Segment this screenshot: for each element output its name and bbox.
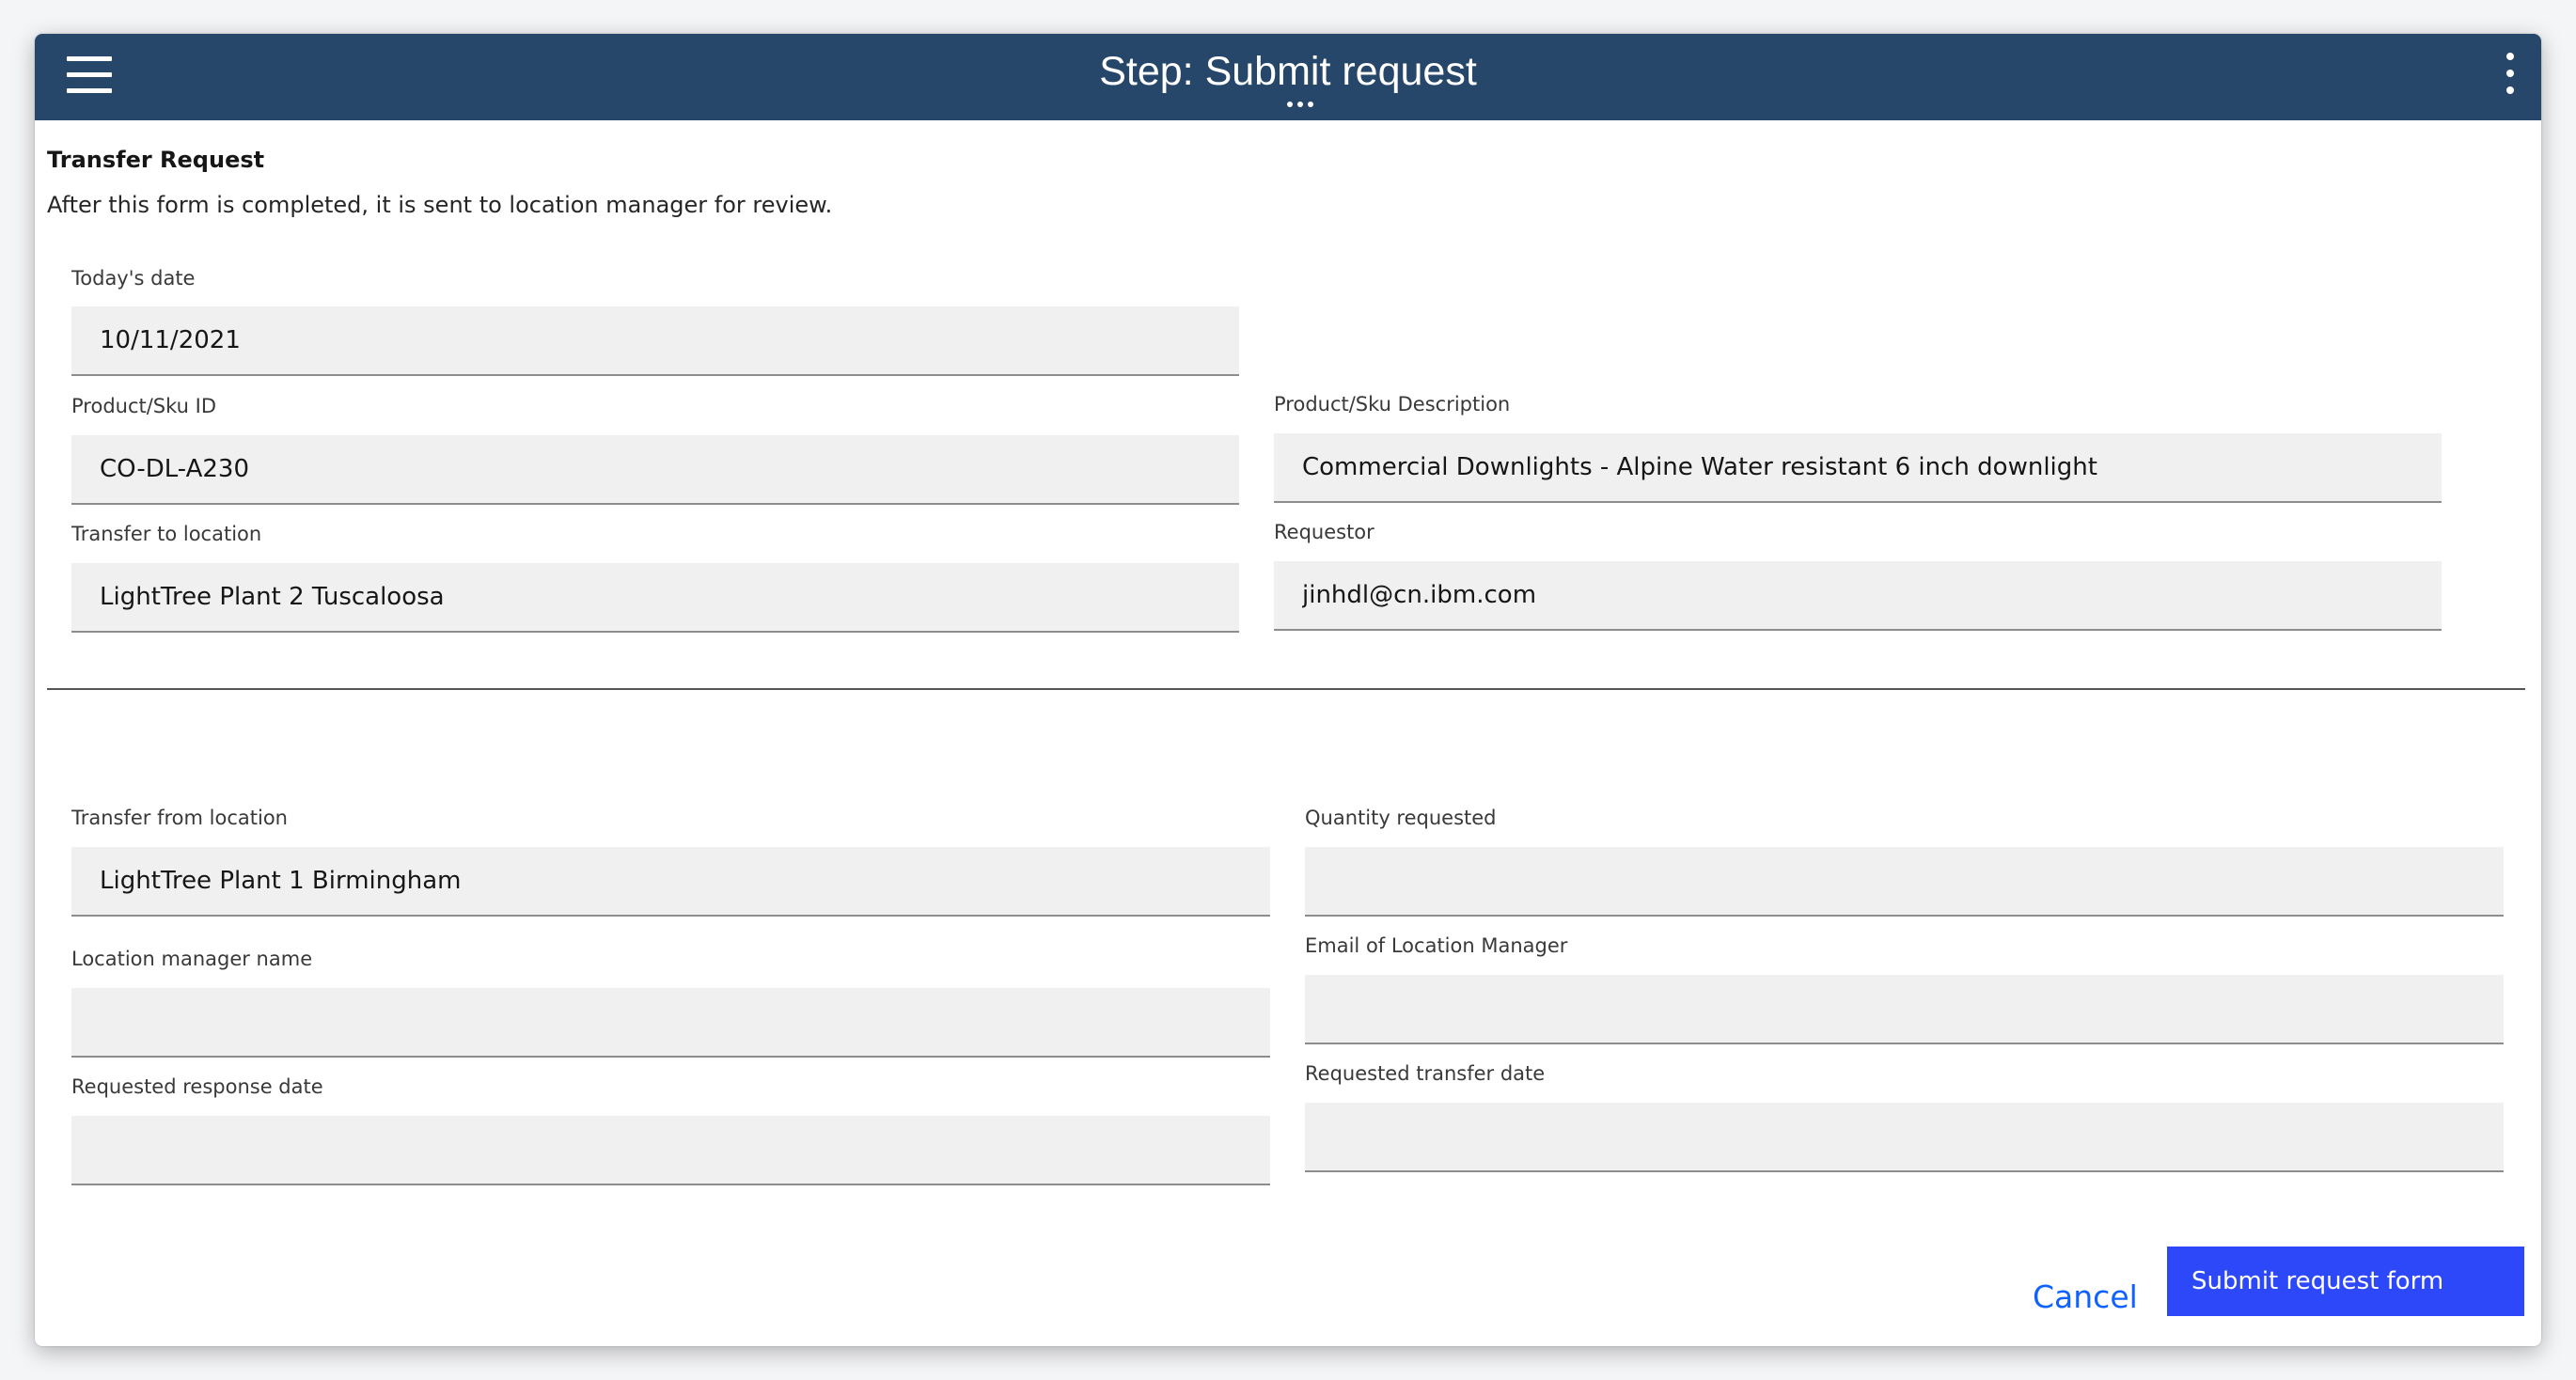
app-window: Step: Submit request Transfer Request Af… — [35, 34, 2541, 1346]
requested-transfer-date-label: Requested transfer date — [1305, 1062, 1546, 1085]
title-bar: Step: Submit request — [35, 34, 2541, 120]
cancel-button[interactable]: Cancel — [2033, 1278, 2138, 1315]
todays-date-label: Today's date — [71, 267, 196, 290]
section-divider — [47, 688, 2525, 690]
requestor-input[interactable] — [1274, 561, 2442, 631]
requestor-label: Requestor — [1274, 521, 1374, 543]
transfer-to-location-input[interactable] — [71, 563, 1239, 633]
quantity-requested-input[interactable] — [1305, 847, 2504, 917]
email-location-manager-label: Email of Location Manager — [1305, 934, 1568, 957]
product-sku-id-label: Product/Sku ID — [71, 395, 217, 417]
transfer-from-location-input[interactable] — [71, 847, 1270, 917]
page-title: Step: Submit request — [1099, 49, 1477, 94]
requested-response-date-label: Requested response date — [71, 1075, 323, 1098]
product-sku-description-input[interactable] — [1274, 433, 2442, 503]
more-vertical-icon[interactable] — [2502, 51, 2517, 98]
submit-request-button[interactable]: Submit request form — [2167, 1247, 2524, 1316]
transfer-to-location-label: Transfer to location — [71, 523, 262, 545]
email-location-manager-input[interactable] — [1305, 975, 2504, 1044]
location-manager-name-label: Location manager name — [71, 948, 313, 970]
product-sku-id-input[interactable] — [71, 435, 1239, 505]
product-sku-description-label: Product/Sku Description — [1274, 393, 1511, 416]
form-title: Transfer Request — [47, 147, 265, 173]
requested-response-date-input[interactable] — [71, 1116, 1270, 1185]
more-horizontal-icon[interactable] — [1283, 102, 1317, 109]
location-manager-name-input[interactable] — [71, 988, 1270, 1058]
form-description: After this form is completed, it is sent… — [47, 192, 833, 218]
todays-date-input[interactable] — [71, 306, 1239, 376]
requested-transfer-date-input[interactable] — [1305, 1103, 2504, 1172]
quantity-requested-label: Quantity requested — [1305, 807, 1497, 829]
transfer-from-location-label: Transfer from location — [71, 807, 288, 829]
